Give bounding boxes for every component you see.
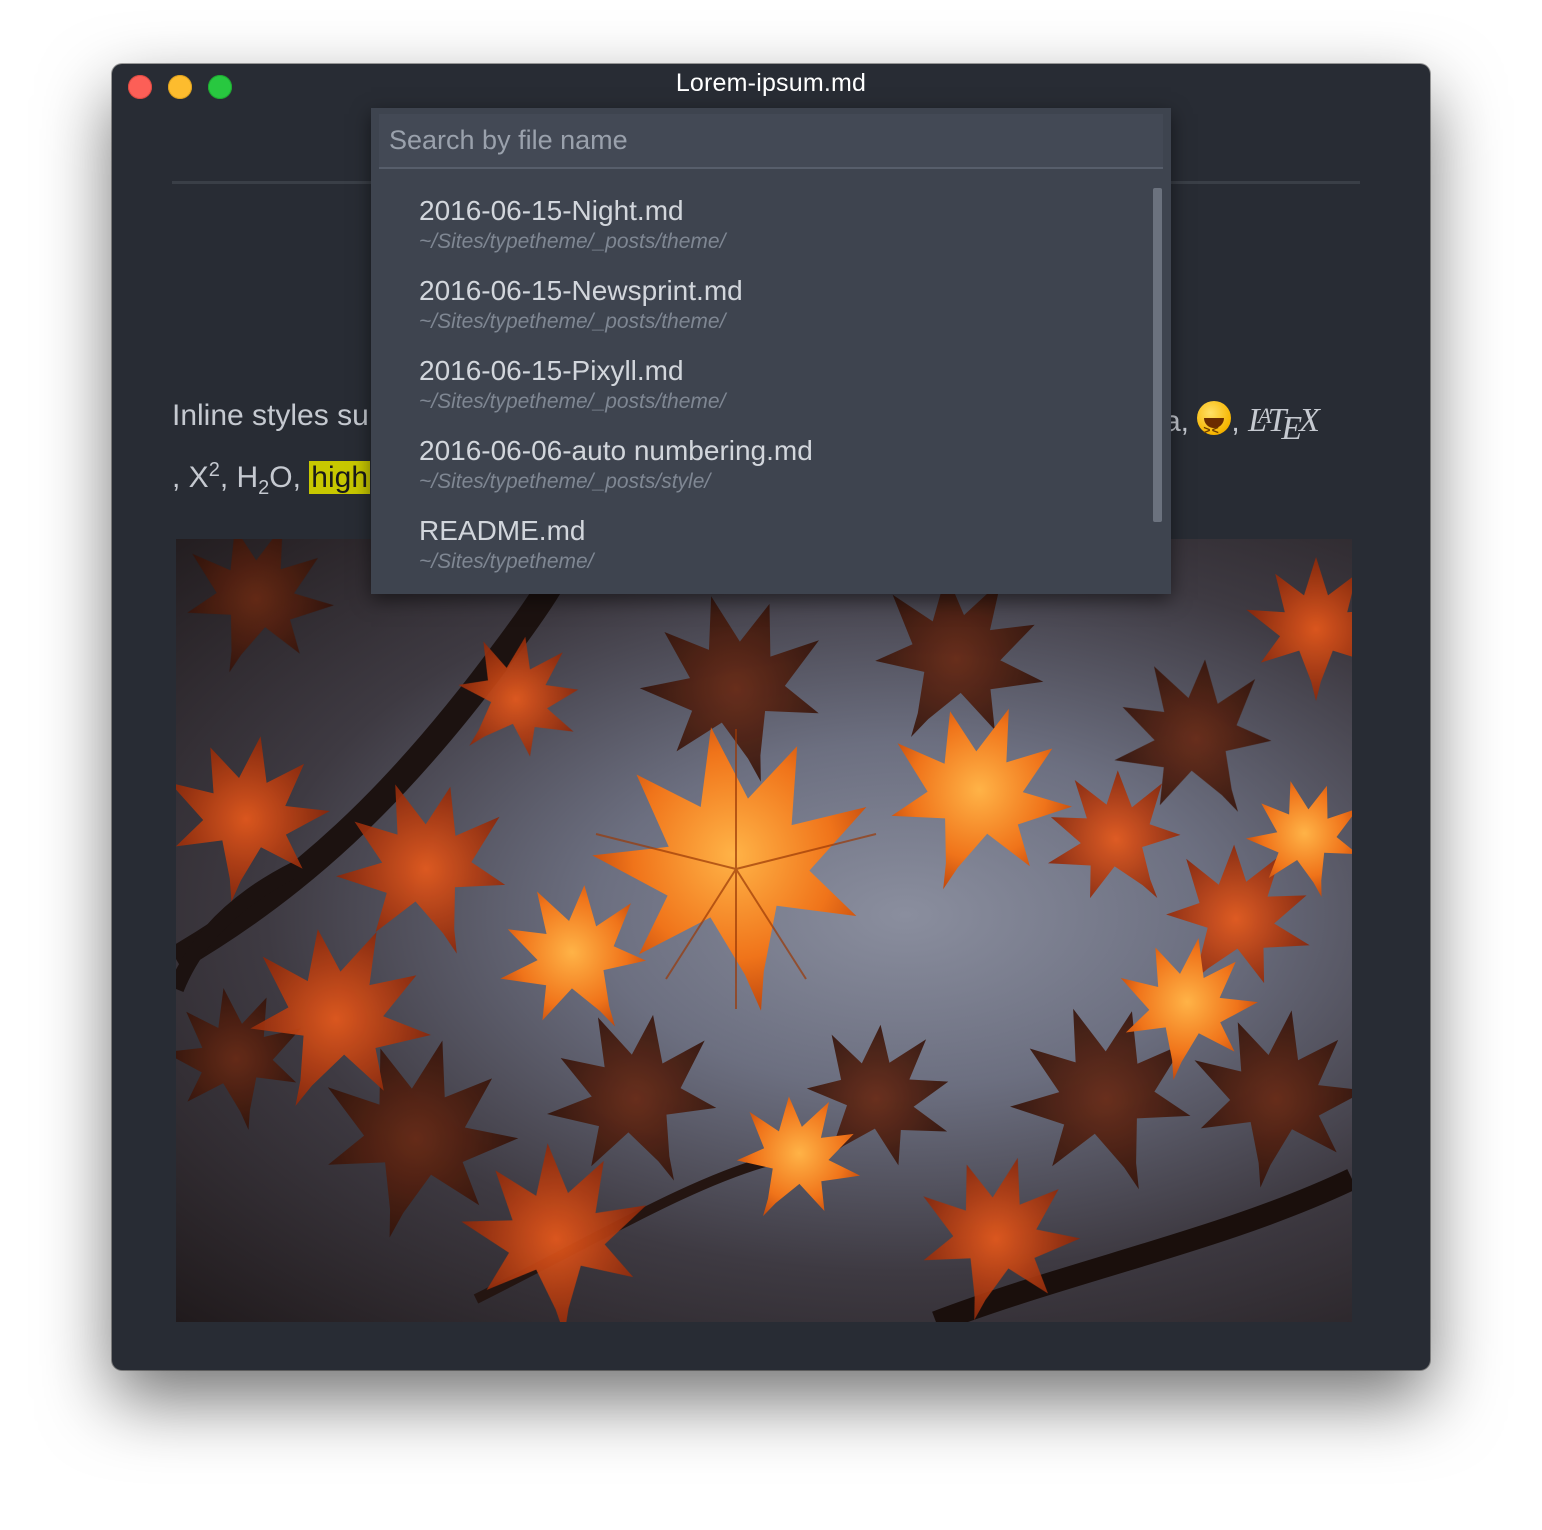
result-file-name: README.md — [419, 515, 586, 546]
search-result-item[interactable]: README.md ~/Sites/typetheme/ — [371, 508, 1151, 588]
superscript-base-text: , X — [172, 461, 209, 494]
paragraph-line-1-right: a, , LATEX — [1164, 389, 1320, 457]
latex-logo: LATEX — [1248, 402, 1320, 447]
result-file-name: 2016-06-15-Newsprint.md — [419, 275, 743, 306]
quick-open-panel: 2016-06-15-Night.md ~/Sites/typetheme/_p… — [371, 108, 1171, 594]
result-file-name: 2016-06-06-auto numbering.md — [419, 435, 813, 466]
editor-window: Lorem-ipsum.md Inline styles su a, , LAT… — [112, 64, 1430, 1370]
result-file-path: ~/Sites/typetheme/_posts/theme/ — [419, 230, 726, 253]
result-file-path: ~/Sites/typetheme/_posts/theme/ — [419, 390, 726, 413]
comma-text: , — [1231, 405, 1240, 438]
result-file-path: ~/Sites/typetheme/_posts/theme/ — [419, 310, 726, 333]
window-title: Lorem-ipsum.md — [675, 69, 867, 97]
maple-leaves-picture — [176, 539, 1352, 1322]
file-search-input[interactable] — [379, 114, 1163, 169]
search-result-item[interactable]: 2016-06-15-Pixyll.md ~/Sites/typetheme/_… — [371, 348, 1151, 428]
title-bar[interactable]: Lorem-ipsum.md — [112, 64, 1430, 108]
laughing-emoji-icon — [1197, 401, 1232, 457]
search-result-item[interactable]: 2016-06-15-Newsprint.md ~/Sites/typethem… — [371, 268, 1151, 348]
search-results-list: 2016-06-15-Night.md ~/Sites/typetheme/_p… — [371, 188, 1151, 588]
latex-x: X — [1299, 402, 1320, 439]
search-result-item[interactable]: 2016-06-06-auto numbering.md ~/Sites/typ… — [371, 428, 1151, 508]
search-result-item[interactable]: 2016-06-15-Night.md ~/Sites/typetheme/_p… — [371, 188, 1151, 268]
subscript-base-text: , H — [219, 461, 259, 494]
result-file-path: ~/Sites/typetheme/_posts/style/ — [419, 470, 711, 493]
autumn-leaves-image — [176, 539, 1352, 1322]
subscript-text: 2 — [258, 477, 270, 499]
result-file-name: 2016-06-15-Pixyll.md — [419, 355, 684, 386]
result-file-name: 2016-06-15-Night.md — [419, 195, 684, 226]
subscript-after-text: O, — [269, 461, 310, 494]
result-file-path: ~/Sites/typetheme/ — [419, 550, 594, 573]
results-scrollbar[interactable] — [1153, 188, 1162, 522]
superscript-text: 2 — [208, 459, 220, 481]
highlighted-text: high — [309, 461, 371, 494]
paragraph-text-start: Inline styles su — [172, 399, 369, 432]
